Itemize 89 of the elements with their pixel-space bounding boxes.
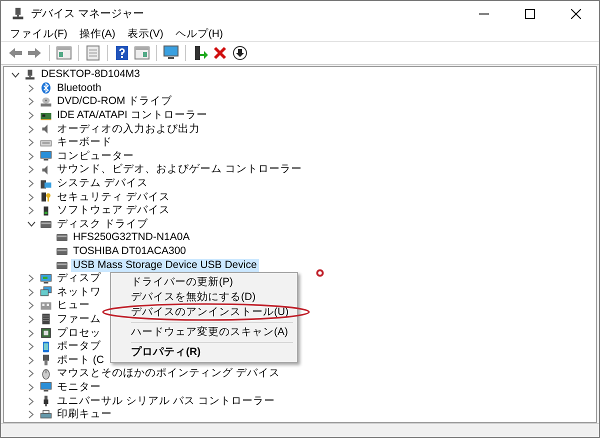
firmware-icon: [40, 313, 52, 326]
hid-icon: [40, 300, 52, 312]
window-title: デバイス マネージャー: [31, 6, 144, 20]
portable-icon: [40, 340, 52, 353]
tree-item[interactable]: ディスク ドライブ: [55, 218, 150, 231]
collapsed-chevron-icon[interactable]: [28, 206, 34, 216]
security-icon: [40, 191, 52, 204]
menu-item[interactable]: ファイル(F): [4, 26, 74, 40]
monitor-icon: [40, 150, 52, 162]
system-icon: [40, 178, 52, 190]
tree-item[interactable]: HFS250G32TND-N1A0A: [71, 231, 192, 244]
collapsed-chevron-icon[interactable]: [28, 192, 34, 202]
tree-item[interactable]: ユニバーサル シリアル バス コントローラー: [55, 394, 277, 408]
tree-item[interactable]: ヒュー: [55, 299, 92, 312]
collapsed-chevron-icon[interactable]: [28, 124, 34, 134]
delete-icon[interactable]: [212, 45, 228, 61]
context-menu-default-item[interactable]: プロパティ(R): [111, 345, 297, 360]
collapsed-chevron-icon[interactable]: [28, 342, 34, 352]
tree-item[interactable]: ネットワ: [55, 286, 103, 299]
collapsed-chevron-icon[interactable]: [28, 328, 34, 338]
tree-item[interactable]: 印刷キュー: [55, 408, 114, 422]
tree-item[interactable]: ディスプ: [55, 272, 103, 286]
context-menu-item[interactable]: ハードウェア変更のスキャン(A): [111, 325, 297, 340]
collapsed-chevron-icon[interactable]: [28, 138, 34, 148]
tree-item[interactable]: プロセッ: [55, 326, 103, 340]
minimize-icon[interactable]: [479, 12, 489, 14]
collapsed-chevron-icon[interactable]: [28, 288, 34, 297]
collapsed-chevron-icon[interactable]: [28, 274, 34, 284]
tree-item[interactable]: ソフトウェア デバイス: [55, 204, 172, 218]
context-menu-item[interactable]: デバイスを無効にする(D): [111, 290, 297, 305]
panel-icon[interactable]: [56, 45, 72, 61]
tree-item[interactable]: オーディオの入力および出力: [55, 122, 202, 136]
tree-item[interactable]: システム デバイス: [55, 177, 150, 190]
annotation-dot: [316, 269, 324, 277]
monitor-icon: [40, 381, 52, 394]
collapsed-chevron-icon[interactable]: [28, 97, 34, 106]
back-arrow-icon[interactable]: [7, 45, 23, 61]
collapsed-chevron-icon[interactable]: [28, 165, 34, 174]
tree-item[interactable]: DESKTOP-8D104M3: [39, 68, 142, 82]
maximize-icon[interactable]: [525, 8, 535, 18]
forward-arrow-icon[interactable]: [27, 45, 43, 61]
tree-item[interactable]: サウンド、ビデオ、およびゲーム コントローラー: [55, 163, 304, 176]
tree-item[interactable]: Bluetooth: [55, 82, 104, 95]
expanded-chevron-icon[interactable]: [10, 72, 20, 78]
close-icon[interactable]: [571, 8, 581, 18]
network-icon: [40, 286, 52, 298]
bluetooth-icon: [40, 82, 52, 94]
tree-item[interactable]: TOSHIBA DT01ACA300: [71, 245, 188, 258]
port-icon: [40, 354, 52, 366]
menu-item[interactable]: 表示(V): [121, 26, 170, 40]
collapsed-chevron-icon[interactable]: [28, 382, 34, 392]
printer-icon: [40, 408, 52, 421]
collapsed-chevron-icon[interactable]: [28, 356, 34, 365]
tree-item[interactable]: キーボード: [55, 136, 114, 150]
mouse-icon: [40, 368, 52, 380]
tree-item[interactable]: IDE ATA/ATAPI コントローラー: [55, 109, 210, 122]
tree-item[interactable]: コンピューター: [55, 150, 136, 163]
tree-item[interactable]: USB Mass Storage Device USB Device: [71, 258, 259, 272]
collapsed-chevron-icon[interactable]: [28, 314, 34, 324]
panel-icon[interactable]: [134, 45, 150, 61]
dvd-icon: [40, 96, 52, 108]
processor-icon: [40, 327, 52, 340]
pc-icon: [24, 68, 36, 81]
collapsed-chevron-icon[interactable]: [28, 369, 34, 378]
tree-item[interactable]: セキュリティ デバイス: [55, 190, 172, 204]
collapsed-chevron-icon[interactable]: [28, 396, 34, 406]
collapsed-chevron-icon[interactable]: [28, 179, 34, 188]
collapsed-chevron-icon[interactable]: [28, 410, 34, 420]
tree-item[interactable]: マウスとそのほかのポインティング デバイス: [55, 367, 282, 380]
properties-icon[interactable]: [85, 45, 101, 61]
collapsed-chevron-icon[interactable]: [28, 152, 34, 161]
tree-item[interactable]: DVD/CD-ROM ドライブ: [55, 95, 174, 108]
help-icon[interactable]: [114, 45, 130, 61]
menu-item[interactable]: 操作(A): [73, 26, 122, 40]
app-icon: [11, 6, 25, 20]
menu-item[interactable]: ヘルプ(H): [169, 26, 229, 40]
tree-item[interactable]: ファーム: [55, 312, 103, 326]
tree-item[interactable]: ポート (C: [55, 354, 106, 367]
collapsed-chevron-icon[interactable]: [28, 111, 34, 120]
expanded-chevron-icon[interactable]: [26, 221, 36, 228]
display-icon: [40, 272, 52, 285]
device-update-icon[interactable]: [192, 45, 208, 61]
monitor-icon[interactable]: [163, 45, 179, 61]
tree-item[interactable]: ポータブ: [55, 340, 103, 354]
download-icon[interactable]: [232, 45, 248, 61]
tree-item[interactable]: モニター: [55, 380, 103, 394]
collapsed-chevron-icon[interactable]: [28, 301, 34, 310]
context-menu-item[interactable]: ドライバーの更新(P): [111, 275, 297, 290]
collapsed-chevron-icon[interactable]: [28, 84, 34, 93]
